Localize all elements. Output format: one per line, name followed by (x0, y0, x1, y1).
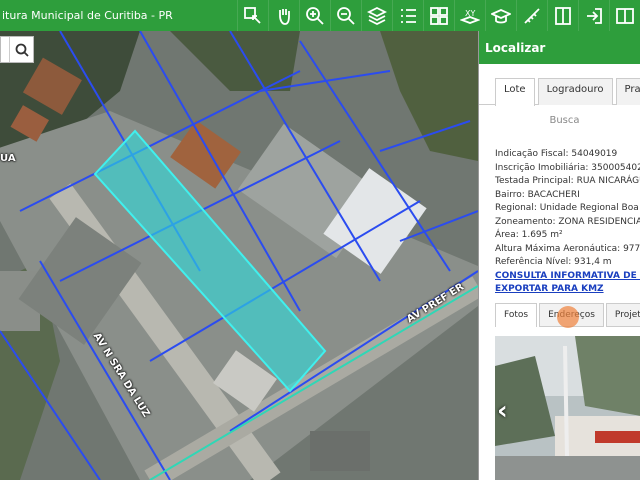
panel-tabs: Lote Logradouro Praça (479, 64, 640, 106)
info-line: Altura Máxima Aeronáutica: 977 m (495, 243, 640, 254)
subtab-fotos[interactable]: Fotos (495, 303, 538, 327)
busca-label: Busca (549, 115, 580, 126)
info-line: Inscrição Imobiliária: 3500054028- (495, 162, 640, 173)
grid-button[interactable] (423, 0, 454, 31)
info-line: Bairro: BACACHERI (495, 189, 580, 200)
info-line: Regional: Unidade Regional Boa V (495, 203, 640, 213)
consulta-informativa-link[interactable]: CONSULTA INFORMATIVA DE LOT (495, 270, 640, 284)
zoom-out-button[interactable] (330, 0, 361, 31)
street-label: UA (0, 153, 16, 164)
mouse-cursor-highlight (557, 306, 579, 328)
select-lot-icon (244, 6, 261, 24)
xy-text: XY (465, 9, 475, 18)
lot-info: Indicação Fiscal: 54049019 Inscrição Imo… (479, 148, 640, 297)
info-line: Indicação Fiscal: 54049019 (495, 149, 618, 159)
pan-button[interactable] (268, 0, 299, 31)
layers-button[interactable] (361, 0, 392, 31)
search-icon (15, 43, 29, 57)
map-search-button[interactable] (9, 37, 33, 62)
aerial-map[interactable] (0, 31, 478, 480)
grid-icon (430, 6, 448, 25)
subtab-projeto[interactable]: Projeto (605, 303, 640, 327)
legend-button[interactable] (392, 0, 423, 31)
xy-button[interactable]: XY (454, 0, 485, 31)
tab-logradouro[interactable]: Logradouro (537, 78, 613, 105)
map-search-input[interactable] (1, 37, 9, 62)
select-lot-button[interactable] (237, 0, 268, 31)
pan-hand-icon (279, 8, 290, 25)
compare-icon (616, 7, 634, 24)
print-button[interactable] (547, 0, 578, 31)
street-photo: ‹ (495, 336, 640, 480)
photo-prev-button[interactable]: ‹ (497, 396, 508, 426)
info-line: Referência Nível: 931,4 m (495, 257, 612, 267)
layers-icon (367, 6, 387, 25)
map-view[interactable]: UA AV N SRA DA LUZ AV PREF ER (0, 31, 478, 480)
login-icon (587, 7, 602, 24)
info-line: Testada Principal: RUA NICARÁGU (495, 176, 640, 186)
zoom-out-icon (337, 6, 355, 25)
app-window: itura Municipal de Curitiba - PR XY UA A… (0, 0, 640, 480)
tab-lote[interactable]: Lote (495, 78, 535, 106)
top-bar: itura Municipal de Curitiba - PR XY (0, 0, 640, 31)
street-photo-image (495, 336, 640, 480)
export-kmz-link[interactable]: EXPORTAR PARA KMZ (495, 283, 640, 297)
zoom-in-icon (306, 6, 324, 25)
info-line: Zoneamento: ZONA RESIDENCIAL (495, 216, 640, 227)
education-icon (491, 8, 511, 23)
zoom-in-button[interactable] (299, 0, 330, 31)
map-search-box (0, 36, 34, 63)
measure-icon (524, 7, 540, 24)
compare-button[interactable] (609, 0, 640, 31)
measure-button[interactable] (516, 0, 547, 31)
info-line: Área: 1.695 m² (495, 230, 563, 240)
education-button[interactable] (485, 0, 516, 31)
login-button[interactable] (578, 0, 609, 31)
tab-praca[interactable]: Praça (615, 78, 640, 105)
legend-list-icon (401, 8, 416, 23)
print-icon (555, 6, 571, 25)
localizar-panel: Localizar Lote Logradouro Praça Busca In… (478, 31, 640, 480)
xy-coordinates-icon: XY (460, 9, 480, 24)
panel-title: Localizar (479, 31, 640, 64)
app-title: itura Municipal de Curitiba - PR (2, 9, 173, 22)
toolbar: XY (237, 0, 640, 31)
